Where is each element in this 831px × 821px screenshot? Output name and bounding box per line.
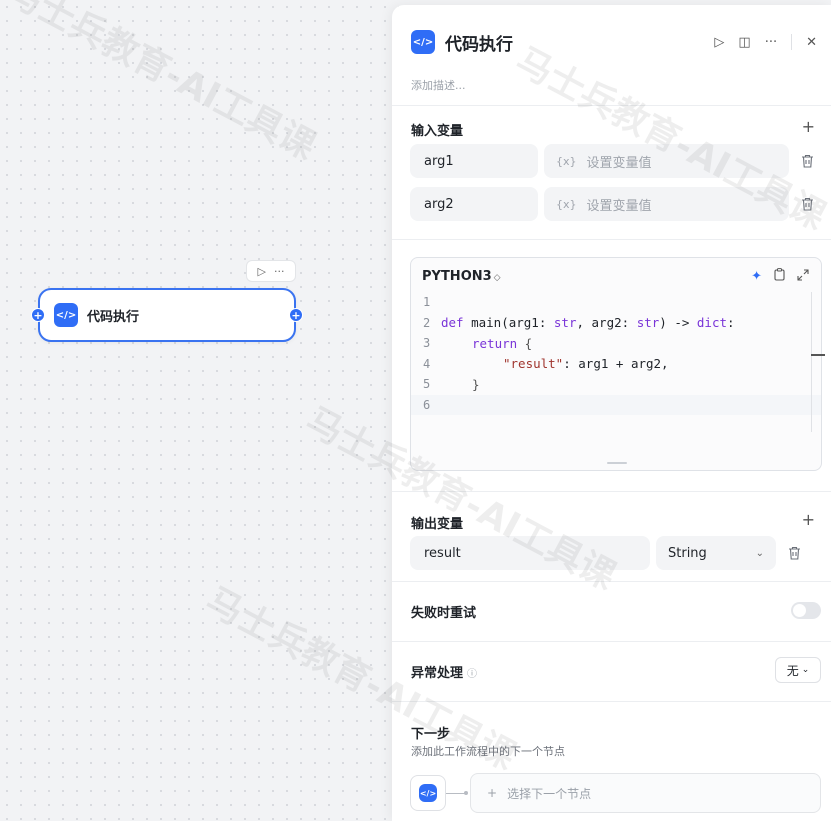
code-line: 6 (411, 394, 821, 415)
code-token: { (517, 335, 533, 351)
choose-next-node-button[interactable]: + 选择下一个节点 (470, 773, 821, 813)
variable-ref-icon: {x} (556, 197, 577, 211)
panel-title[interactable]: 代码执行 (445, 30, 513, 55)
node-toolbar: ▷ ··· (246, 260, 296, 282)
code-editor[interactable]: PYTHON3 ◇ ✦ 1 2 def main(arg1: str, arg2:… (410, 257, 825, 471)
code-token: return (472, 335, 518, 351)
node-config-panel: </> 代码执行 ▷ ◫ ··· ✕ 添加描述... 输入变量 + arg1 {… (392, 5, 831, 821)
code-token: str (636, 315, 660, 331)
trash-icon[interactable] (795, 144, 819, 178)
next-step-description: 添加此工作流程中的下一个节点 (411, 745, 565, 758)
variable-value-placeholder: 设置变量值 (586, 155, 652, 171)
code-token: main(arg1: (463, 315, 554, 331)
canvas-code-node[interactable]: + </> 代码执行 + (31, 288, 303, 342)
code-line: 4 "result": arg1 + arg2, (411, 354, 821, 375)
expand-icon[interactable] (797, 268, 809, 284)
code-token: ) -> (659, 315, 697, 331)
line-number: 6 (423, 397, 431, 412)
code-line: 3 return { (411, 333, 821, 354)
variable-ref-icon: {x} (556, 154, 577, 168)
run-node-icon[interactable]: ▷ (258, 265, 266, 278)
divider (392, 701, 831, 702)
choose-next-node-label: 选择下一个节点 (507, 786, 592, 801)
code-token: dict (696, 315, 728, 331)
input-variable-row: arg1 {x} 设置变量值 (410, 144, 819, 178)
language-caret-icon: ◇ (493, 272, 501, 283)
more-icon[interactable]: ··· (765, 35, 777, 50)
code-token: "result" (503, 356, 564, 372)
info-icon[interactable]: ⓘ (467, 669, 477, 680)
trash-icon[interactable] (782, 536, 806, 570)
output-name-input[interactable]: result (410, 536, 650, 570)
node-output-handle[interactable]: + (289, 308, 303, 322)
code-token: } (472, 376, 480, 392)
output-type-value: String (668, 545, 707, 561)
output-variables-title: 输出变量 (411, 517, 464, 532)
line-number: 3 (423, 336, 431, 351)
divider (392, 581, 831, 582)
node-input-handle[interactable]: + (31, 308, 45, 322)
trash-icon[interactable] (795, 187, 819, 221)
input-variables-title: 输入变量 (411, 124, 464, 139)
connector-line (446, 790, 468, 795)
next-step-row: </> + 选择下一个节点 (410, 773, 821, 813)
line-number: 5 (423, 377, 431, 392)
code-line: 5 } (411, 374, 821, 395)
add-input-variable-icon[interactable]: + (802, 117, 815, 136)
code-icon: </> (54, 303, 78, 327)
close-icon[interactable]: ✕ (806, 35, 817, 50)
divider (392, 105, 831, 106)
code-token: : arg1 + arg2, (563, 356, 669, 372)
description-input[interactable]: 添加描述... (411, 77, 466, 93)
node-more-icon[interactable]: ··· (274, 265, 285, 278)
exception-label: 异常处理 ⓘ (411, 662, 477, 681)
variable-value-input[interactable]: {x} 设置变量值 (544, 187, 789, 221)
retry-toggle[interactable] (791, 602, 821, 619)
editor-resize-handle[interactable] (607, 462, 627, 464)
copy-icon[interactable] (774, 268, 785, 284)
output-variable-row: result String ⌄ (410, 536, 819, 570)
exception-label-text: 异常处理 (411, 666, 464, 681)
split-view-icon[interactable]: ◫ (738, 35, 750, 50)
code-token: str (553, 315, 577, 331)
line-number: 1 (423, 295, 431, 310)
divider (392, 239, 831, 240)
code-icon: </> (411, 30, 435, 54)
code-content[interactable]: 1 2 def main(arg1: str, arg2: str) -> di… (411, 292, 821, 415)
output-type-select[interactable]: String ⌄ (656, 536, 776, 570)
variable-name-input[interactable]: arg2 (410, 187, 538, 221)
code-token: : (727, 315, 735, 331)
language-selector[interactable]: PYTHON3 ◇ (422, 269, 501, 284)
code-token: def (441, 315, 464, 331)
node-title: 代码执行 (87, 309, 140, 325)
editor-scrollbar[interactable] (811, 292, 825, 432)
plus-icon: + (487, 786, 498, 800)
divider (392, 491, 831, 492)
chevron-down-icon: ⌄ (801, 665, 810, 675)
divider (392, 641, 831, 642)
current-node-chip: </> (410, 775, 446, 811)
watermark: 马士兵教育-AI工具课 (0, 0, 323, 168)
exception-select-value: 无 (786, 663, 799, 678)
retry-label: 失败时重试 (411, 606, 477, 621)
line-number: 2 (423, 315, 431, 330)
code-line: 2 def main(arg1: str, arg2: str) -> dict… (411, 313, 821, 334)
chevron-down-icon: ⌄ (755, 547, 764, 559)
next-step-title: 下一步 (411, 727, 451, 742)
panel-header: </> 代码执行 ▷ ◫ ··· ✕ (411, 27, 817, 57)
variable-name-input[interactable]: arg1 (410, 144, 538, 178)
input-variable-row: arg2 {x} 设置变量值 (410, 187, 819, 221)
ai-sparkle-icon[interactable]: ✦ (751, 269, 762, 284)
line-number: 4 (423, 356, 431, 371)
variable-value-placeholder: 设置变量值 (586, 198, 652, 214)
code-line: 1 (411, 292, 821, 313)
language-label: PYTHON3 (422, 268, 492, 284)
add-output-variable-icon[interactable]: + (802, 510, 815, 529)
header-separator (791, 34, 793, 50)
exception-select[interactable]: 无 ⌄ (775, 657, 821, 683)
run-icon[interactable]: ▷ (714, 35, 724, 50)
code-icon: </> (419, 784, 437, 802)
variable-value-input[interactable]: {x} 设置变量值 (544, 144, 789, 178)
code-token: , arg2: (576, 315, 637, 331)
